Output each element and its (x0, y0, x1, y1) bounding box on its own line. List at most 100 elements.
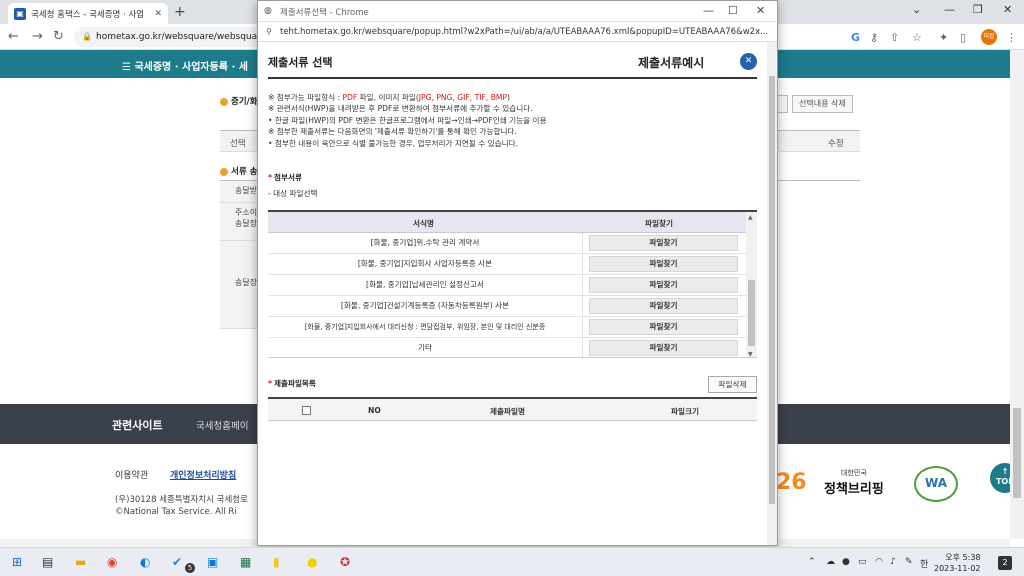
hometax-icon[interactable]: ✪ (340, 555, 350, 569)
restore-icon[interactable]: ❐ (973, 3, 983, 16)
clock[interactable]: 오후 5:38 2023-11-02 (934, 552, 981, 574)
battery-icon[interactable]: ▭ (858, 557, 867, 567)
nts-homepage-link[interactable]: 국세청홈페이 (196, 418, 248, 432)
address-bar[interactable]: 🔒 hometax.go.kr/websquare/websquare.w (74, 27, 264, 47)
sidepanel-icon[interactable]: ▯ (960, 31, 966, 44)
file-find-button[interactable]: 파일찾기 (589, 340, 738, 356)
popup-heading: 제출서류 선택 (268, 56, 333, 69)
google-icon[interactable]: G (851, 31, 860, 44)
col-form-name: 서식명 (413, 219, 434, 228)
menu-icon[interactable]: ⋮ (1006, 31, 1017, 44)
wifi-icon[interactable]: ◠ (875, 557, 883, 567)
col-file-name: 제출파일명 (490, 407, 525, 416)
speaker-icon[interactable]: ♪ (890, 557, 896, 567)
windows-start-icon[interactable]: ⊞ (12, 555, 22, 569)
file-find-button[interactable]: 파일찾기 (589, 235, 738, 251)
browser-tab[interactable]: ▣ 국세청 홈택스 - 국세증명 · 사업 ✕ (8, 3, 168, 24)
scroll-thumb[interactable] (1013, 408, 1021, 498)
popup-close-icon[interactable]: ✕ (756, 4, 765, 17)
file-find-button[interactable]: 파일찾기 (589, 319, 738, 335)
pen-icon[interactable]: ✎ (905, 557, 913, 567)
tab-search-icon[interactable]: ⌄ (912, 3, 921, 16)
file-explorer-icon[interactable]: ▬ (75, 555, 86, 569)
todo-icon[interactable]: ✔ (172, 555, 182, 569)
tab-close-icon[interactable]: ✕ (154, 9, 162, 19)
popup-scrollbar[interactable] (767, 42, 777, 545)
col-select: 선택 (230, 139, 246, 149)
col-no: NO (368, 406, 381, 415)
table-header: 서식명 파일찾기 (268, 212, 746, 233)
page-scrollbar[interactable] (1010, 50, 1024, 539)
delete-selected-button[interactable]: 선택내용 삭제 (792, 95, 853, 113)
todo-badge: 5 (185, 563, 195, 573)
file-find-button[interactable]: 파일찾기 (589, 277, 738, 293)
extensions-icon[interactable]: ✦ (939, 31, 948, 44)
hometax-favicon-icon: ▣ (14, 7, 26, 20)
task-view-icon[interactable]: ▤ (42, 555, 53, 569)
table-row: [화물, 중기업]건설기계등록증 (자동차등록원부) 사본 파일찾기 (268, 296, 746, 317)
notes-icon[interactable]: ▮ (273, 555, 280, 569)
header-menu[interactable]: ☰ 국세증명 · 사업자등록 · 세 (122, 58, 248, 73)
popup-titlebar: ◍ 제출서류선택 - Chrome — ☐ ✕ (258, 1, 777, 22)
minimize-icon[interactable]: — (944, 3, 955, 16)
bullet-icon (220, 97, 228, 106)
bullet-icon (220, 167, 228, 176)
table-row: [화물, 중기업]납세관리인 설정신고서 파일찾기 (268, 275, 746, 296)
clock-time: 오후 5:38 (945, 553, 981, 562)
lock-icon: 🔒 (82, 32, 92, 41)
table-row: [화물, 중기업]지입회사에서 대리신청 : 면담접검부, 위임장, 본인 및 … (268, 317, 746, 338)
table-row: [화물, 중기업]위.수탁 관리 계약서 파일찾기 (268, 233, 746, 254)
scroll-down-icon[interactable]: ▼ (748, 351, 753, 357)
popup-body: 제출서류 선택 제출서류예시 ✕ ※ 첨부가능 파일형식 : PDF 파일, 이… (258, 42, 767, 545)
privacy-link[interactable]: 개인정보처리방침 (170, 468, 236, 481)
attach-subnote: - 대상 파일선택 (268, 189, 318, 198)
file-find-button[interactable]: 파일찾기 (589, 256, 738, 272)
file-find-button[interactable]: 파일찾기 (589, 298, 738, 314)
forward-icon[interactable]: → (32, 29, 43, 44)
app-icon[interactable]: ▣ (207, 555, 218, 569)
bookmark-icon[interactable]: ☆ (912, 31, 922, 44)
back-icon[interactable]: ← (8, 29, 19, 44)
form-name: [화물, 중기업]지입회사 사업자등록증 사본 (268, 254, 583, 274)
footer-address: (우)30128 세종특별자치시 국세청로 (115, 495, 248, 505)
popup-lock-icon: ⚲ (266, 27, 272, 36)
notice-block: ※ 첨부가능 파일형식 : PDF 파일, 이미지 파일(JPG, PNG, G… (268, 92, 763, 149)
form-name: [화물, 중기업]위.수탁 관리 계약서 (268, 233, 583, 253)
cloud-icon[interactable]: ☁ (826, 557, 835, 567)
logo-26[interactable]: 26 (776, 470, 807, 495)
popup-minimize-icon[interactable]: — (703, 4, 714, 17)
footer-copyright: ©National Tax Service. All Ri (115, 507, 237, 517)
new-tab-icon[interactable]: + (174, 4, 186, 20)
popup-scroll-thumb[interactable] (769, 76, 775, 504)
related-sites[interactable]: 관련사이트 (112, 417, 163, 433)
edge-icon[interactable]: ◐ (140, 555, 150, 569)
excel-icon[interactable]: ▦ (240, 555, 251, 569)
popup-example-heading[interactable]: 제출서류예시 (638, 54, 704, 71)
ime-indicator[interactable]: 한 (920, 557, 928, 570)
popup-globe-icon: ◍ (264, 6, 272, 16)
tray-chevron-icon[interactable]: ⌃ (808, 557, 816, 567)
table-scroll-thumb[interactable] (748, 280, 755, 346)
kakaotalk-icon[interactable]: ● (307, 555, 317, 569)
profile-avatar[interactable]: 미접 (981, 29, 997, 45)
reload-icon[interactable]: ↻ (53, 29, 64, 44)
key-icon[interactable]: ⚷ (870, 31, 878, 44)
policy-briefing-logo[interactable]: 대한민국 정책브리핑 (824, 468, 884, 497)
scroll-up-icon[interactable]: ▲ (748, 214, 753, 221)
select-all-checkbox[interactable] (302, 406, 311, 415)
popup-url: teht.hometax.go.kr/websquare/popup.html?… (280, 27, 769, 37)
file-delete-button[interactable]: 파일삭제 (708, 376, 757, 393)
address-text: hometax.go.kr/websquare/websquare.w (96, 32, 264, 42)
chrome-icon[interactable]: ◉ (107, 555, 117, 569)
share-icon[interactable]: ⇧ (890, 31, 899, 44)
table-row: 기타 파일찾기 (268, 338, 746, 357)
attach-section-header: * 첨부서류 (268, 173, 302, 182)
notification-icon[interactable]: 2 (998, 556, 1012, 570)
close-window-icon[interactable]: ✕ (1003, 3, 1012, 16)
popup-x-close-icon[interactable]: ✕ (740, 53, 757, 70)
terms-link[interactable]: 이용약관 (115, 468, 148, 481)
wa-logo[interactable]: WA (914, 466, 958, 502)
table-scrollbar[interactable]: ▲ ▼ (746, 212, 757, 357)
popup-maximize-icon[interactable]: ☐ (728, 4, 738, 17)
kakao-tray-icon[interactable]: ● (842, 557, 850, 567)
